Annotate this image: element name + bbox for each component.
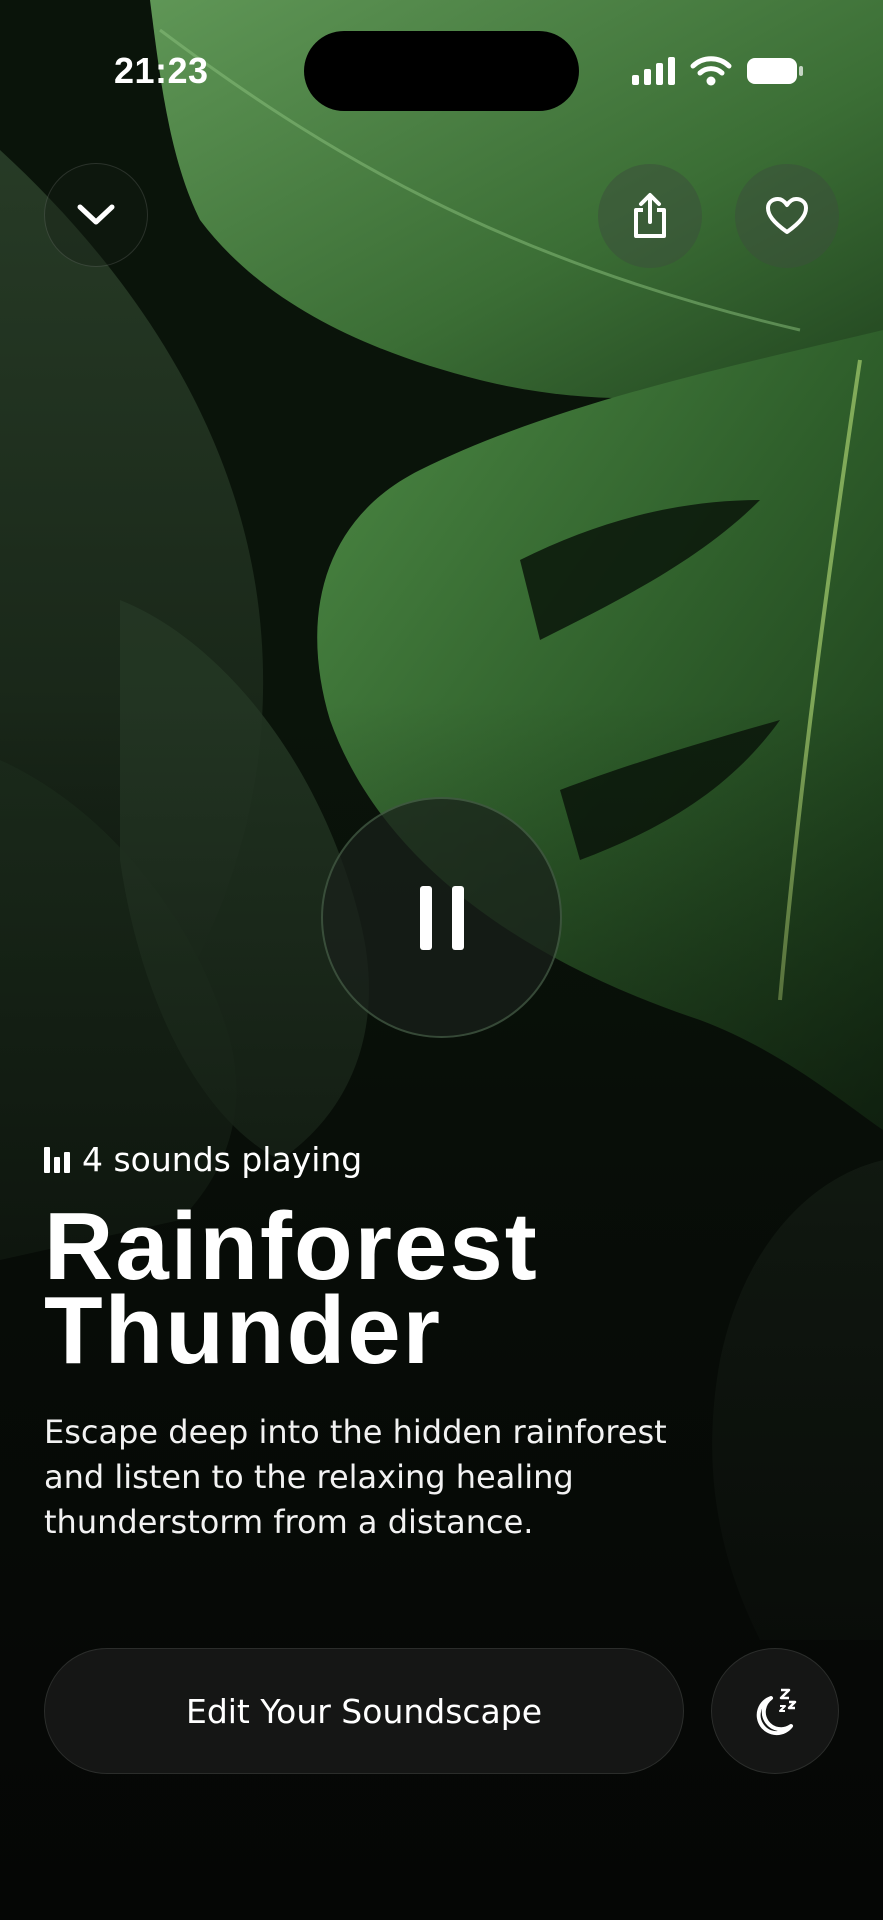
sleep-timer-button[interactable] <box>711 1648 839 1774</box>
edit-soundscape-button[interactable]: Edit Your Soundscape <box>44 1648 684 1774</box>
battery-icon <box>747 58 803 84</box>
wifi-icon <box>690 56 732 86</box>
description-line-1: Escape deep into the hidden rainforest <box>44 1413 667 1451</box>
soundscape-description: Escape deep into the hidden rainforest a… <box>44 1410 724 1545</box>
moon-zzz-icon <box>756 1688 797 1736</box>
description-line-2: and listen to the relaxing healing <box>44 1458 574 1496</box>
pause-button[interactable] <box>321 797 562 1038</box>
sounds-playing-indicator: 4 sounds playing <box>44 1140 362 1179</box>
sounds-playing-label: 4 sounds playing <box>82 1140 363 1179</box>
dynamic-island <box>304 31 579 111</box>
soundscape-title: Rainforest Thunder <box>44 1199 844 1379</box>
share-button[interactable] <box>598 164 702 268</box>
equalizer-icon <box>44 1146 70 1173</box>
heart-icon <box>766 197 808 234</box>
title-line-2: Thunder <box>44 1277 442 1384</box>
edit-soundscape-label: Edit Your Soundscape <box>185 1691 543 1731</box>
status-icons <box>632 56 804 86</box>
cellular-signal-icon <box>632 57 675 85</box>
description-line-3: thunderstorm from a distance. <box>44 1503 534 1541</box>
favorite-button[interactable] <box>735 164 839 268</box>
status-time: 21:23 <box>114 50 209 91</box>
share-icon <box>634 193 666 238</box>
chevron-down-icon <box>77 204 115 225</box>
collapse-button[interactable] <box>44 163 148 267</box>
pause-icon <box>419 885 464 950</box>
